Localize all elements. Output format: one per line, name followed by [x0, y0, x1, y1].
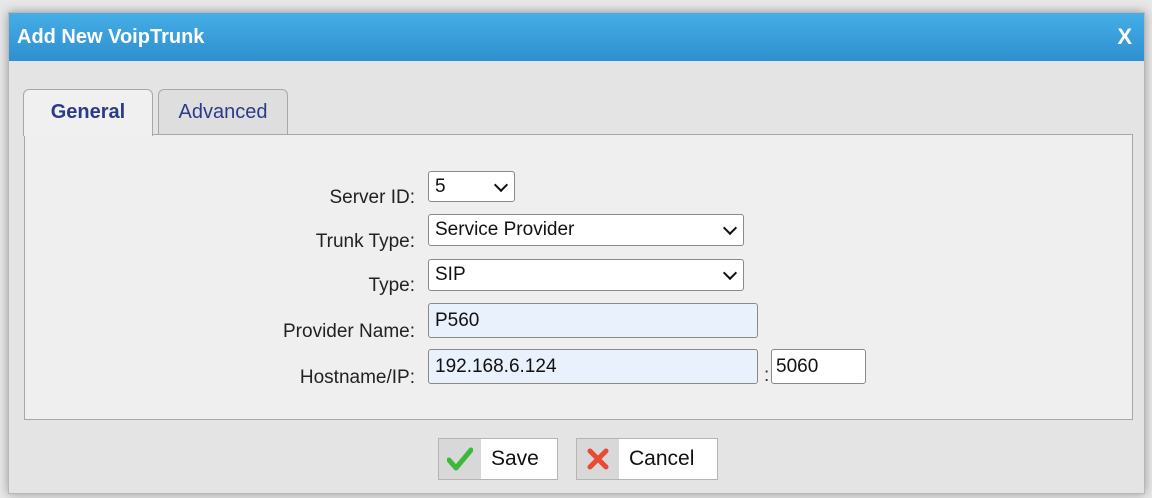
trunk-type-value: Service Provider — [435, 219, 575, 240]
server-id-label: Server ID: — [329, 187, 415, 208]
hostname-label: Hostname/IP: — [299, 367, 415, 388]
trunk-type-label: Trunk Type: — [315, 231, 415, 252]
checkmark-icon — [439, 439, 481, 479]
provider-name-label: Provider Name: — [283, 321, 415, 342]
chevron-down-icon — [722, 265, 738, 281]
hostname-value: 192.168.6.124 — [435, 355, 557, 377]
port-input[interactable]: 5060 — [771, 349, 866, 384]
dialog-title: Add New VoipTrunk — [17, 26, 205, 48]
save-label: Save — [491, 447, 539, 470]
provider-name-input[interactable]: P560 — [428, 303, 758, 338]
save-button[interactable]: Save — [438, 438, 558, 480]
server-id-value: 5 — [435, 175, 446, 197]
tab-advanced[interactable]: Advanced — [158, 89, 288, 135]
x-icon — [577, 439, 619, 479]
port-separator: : — [764, 365, 770, 386]
tab-general[interactable]: General — [23, 89, 153, 136]
chevron-down-icon — [722, 220, 738, 236]
port-value: 5060 — [776, 355, 819, 377]
cancel-label: Cancel — [629, 447, 695, 470]
cancel-button[interactable]: Cancel — [576, 438, 718, 480]
hostname-input[interactable]: 192.168.6.124 — [428, 349, 758, 384]
trunk-type-select[interactable]: Service Provider — [428, 214, 744, 246]
server-id-select[interactable]: 5 — [428, 171, 515, 202]
type-label: Type: — [368, 275, 415, 296]
type-value: SIP — [435, 264, 466, 285]
add-voiptrunk-dialog: Add New VoipTrunk X General Advanced Ser… — [8, 12, 1145, 494]
dialog-titlebar[interactable]: Add New VoipTrunk X — [9, 13, 1144, 61]
chevron-down-icon — [493, 177, 509, 192]
general-panel: Server ID: 5 Trunk Type: Service Provide… — [24, 134, 1133, 420]
type-select[interactable]: SIP — [428, 259, 744, 291]
close-button[interactable]: X — [1117, 24, 1132, 50]
provider-name-value: P560 — [435, 309, 480, 331]
